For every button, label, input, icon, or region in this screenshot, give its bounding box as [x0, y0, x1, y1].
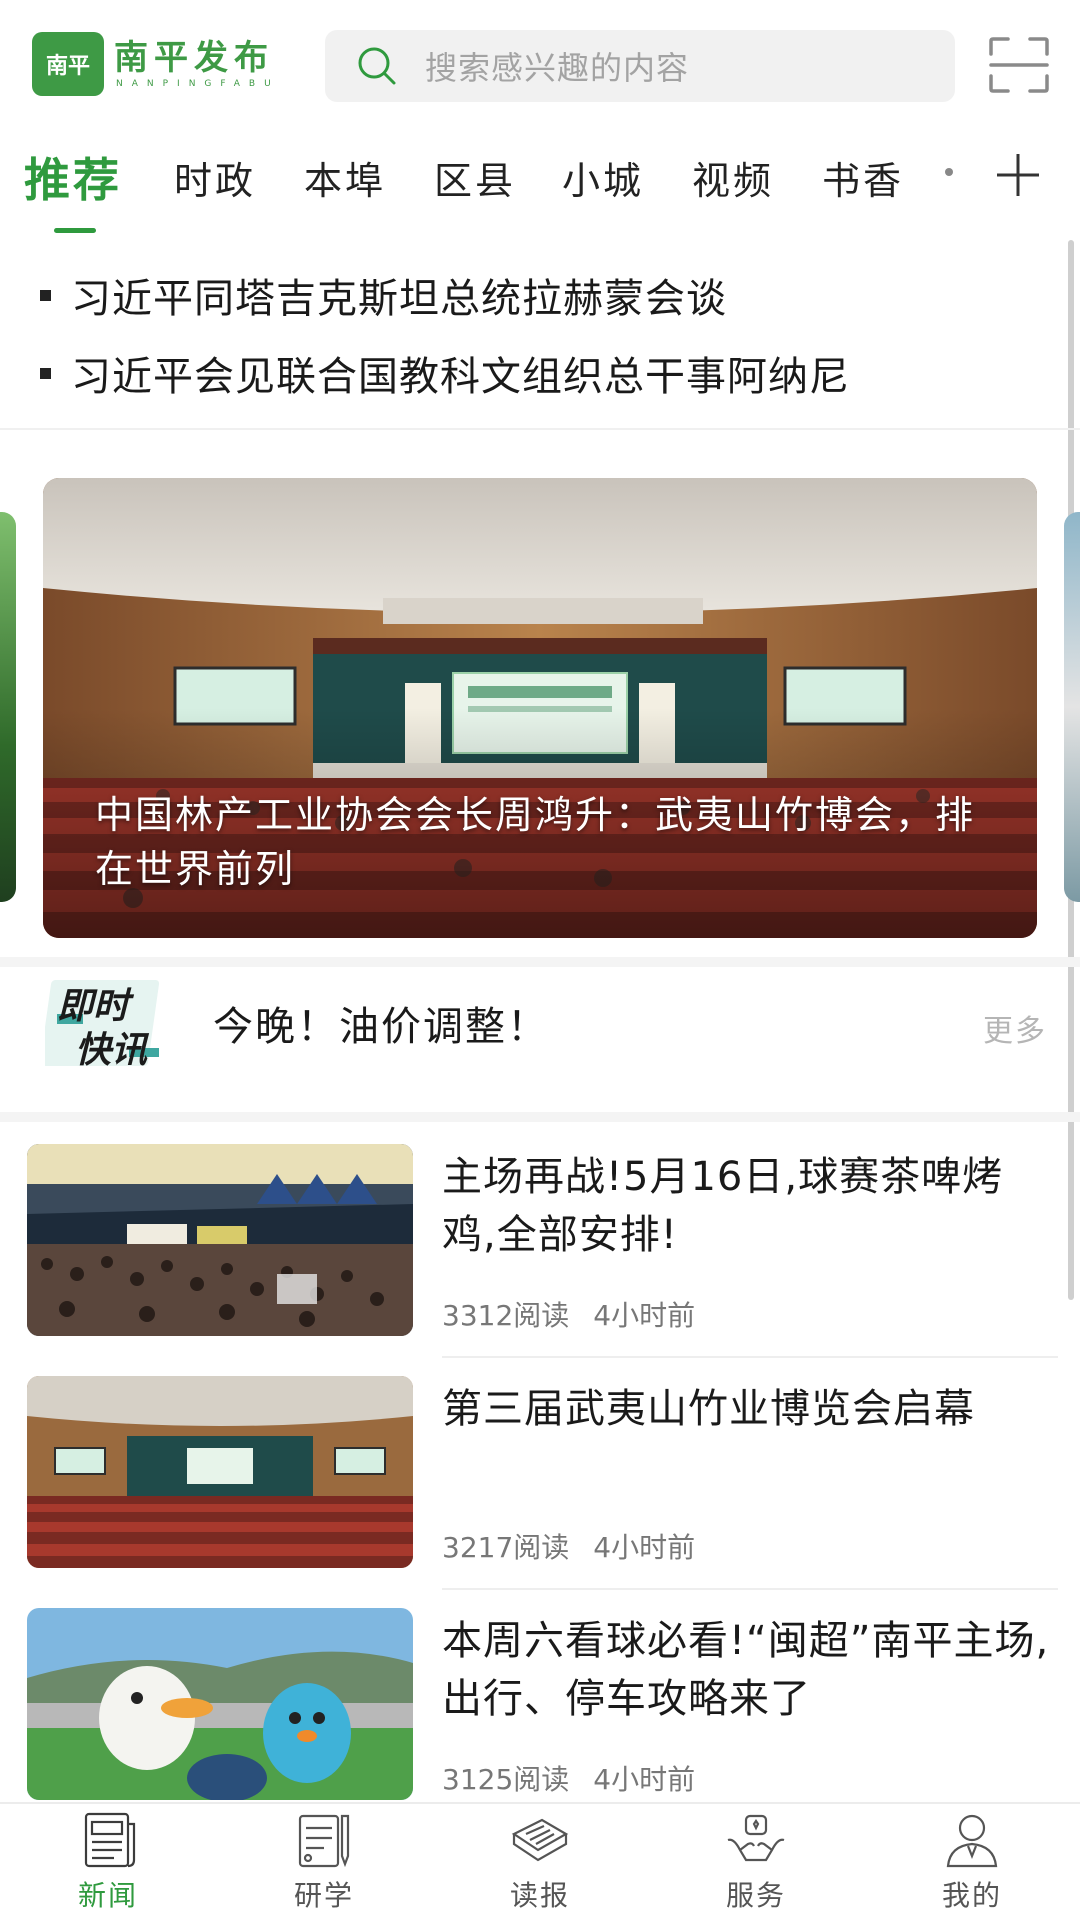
article-time: 4小时前 [593, 1763, 696, 1796]
article-title: 第三届武夷山竹业博览会启幕 [442, 1386, 975, 1432]
article-reads: 3125阅读 [442, 1763, 570, 1796]
article-time: 4小时前 [593, 1299, 696, 1332]
read-paper-icon [511, 1818, 569, 1862]
divider [442, 1356, 1058, 1358]
article-meta: 3312阅读 4小时前 [442, 1294, 695, 1334]
logo-name: 南平发布 [114, 38, 274, 78]
article-time: 4小时前 [593, 1531, 696, 1564]
nav-profile[interactable]: 我的 [897, 1810, 1047, 1920]
divider [0, 428, 1080, 430]
headline-text: 习近平会见联合国教科文组织总干事阿纳尼 [71, 354, 850, 400]
nav-label: 读报 [509, 1879, 570, 1912]
carousel-next-slide[interactable] [1064, 512, 1080, 902]
headline-text: 习近平同塔吉克斯坦总统拉赫蒙会谈 [71, 276, 727, 322]
bullet-icon [40, 289, 51, 301]
divider [442, 1588, 1058, 1590]
article-reads: 3312阅读 [442, 1299, 570, 1332]
section-separator [0, 957, 1080, 967]
article-item[interactable]: 本周六看球必看!“闽超”南平主场,出行、停车攻略来了 3125阅读 4小时前 [0, 1608, 1080, 1818]
nav-label: 新闻 [77, 1879, 138, 1912]
tab-recommend[interactable]: 推荐 [24, 144, 122, 210]
tab-books[interactable]: 书香 [822, 150, 904, 205]
app-logo[interactable]: 南平 南平发布 NANPINGFABU [32, 32, 280, 96]
article-thumbnail [27, 1144, 413, 1336]
flash-news[interactable]: 即时 快讯 今晚！油价调整！ 更多 [0, 970, 1080, 1076]
newspaper-icon [84, 1812, 136, 1868]
plus-icon[interactable] [995, 152, 1041, 198]
carousel-prev-slide[interactable] [0, 512, 16, 902]
section-separator [0, 1112, 1080, 1122]
article-item[interactable]: 主场再战!5月16日,球赛茶啤烤鸡,全部安排! 3312阅读 4小时前 [0, 1144, 1080, 1358]
tab-overflow-dot [945, 168, 953, 176]
flash-news-text: 今晚！油价调整！ [213, 1004, 549, 1050]
flash-logo-top: 即时 [57, 986, 135, 1027]
channel-tabs: 推荐 时政 本埠 区县 小城 视频 书香 [0, 138, 1080, 238]
article-thumbnail [27, 1376, 413, 1568]
nav-read-paper[interactable]: 读报 [465, 1810, 615, 1920]
headline-item[interactable]: 习近平会见联合国教科文组织总干事阿纳尼 [40, 344, 850, 402]
nav-label: 服务 [725, 1879, 786, 1912]
logo-subtitle: NANPINGFABU [116, 79, 280, 89]
tab-local[interactable]: 本埠 [304, 150, 386, 205]
tab-video[interactable]: 视频 [692, 150, 774, 205]
flash-logo-bottom: 快讯 [75, 1030, 150, 1071]
search-bar[interactable]: 搜索感兴趣的内容 [325, 30, 955, 102]
study-icon [298, 1814, 350, 1868]
profile-icon [946, 1814, 998, 1868]
flash-more-link[interactable]: 更多 [983, 1006, 1047, 1050]
search-icon [358, 47, 396, 85]
nav-label: 研学 [293, 1879, 354, 1912]
carousel-slide[interactable]: 中国林产工业协会会长周鸿升：武夷山竹博会，排在世界前列 [43, 478, 1037, 938]
nav-news[interactable]: 新闻 [33, 1810, 183, 1920]
app-header: 南平 南平发布 NANPINGFABU 搜索感兴趣的内容 [0, 0, 1080, 130]
headline-item[interactable]: 习近平同塔吉克斯坦总统拉赫蒙会谈 [40, 266, 727, 324]
tab-small-town[interactable]: 小城 [562, 150, 644, 205]
article-title: 本周六看球必看!“闽超”南平主场,出行、停车攻略来了 [442, 1618, 1050, 1722]
carousel-title: 中国林产工业协会会长周鸿升：武夷山竹博会，排在世界前列 [95, 793, 976, 891]
article-meta: 3217阅读 4小时前 [442, 1526, 695, 1566]
featured-carousel[interactable]: 中国林产工业协会会长周鸿升：武夷山竹博会，排在世界前列 [0, 470, 1080, 950]
logo-badge: 南平 [32, 32, 104, 96]
scan-icon[interactable] [988, 36, 1050, 94]
bottom-navigation: 新闻 研学 读报 服务 我的 [0, 1802, 1080, 1920]
search-placeholder: 搜索感兴趣的内容 [425, 49, 690, 87]
logo-wordmark: 南平发布 NANPINGFABU [114, 38, 280, 90]
article-title: 主场再战!5月16日,球赛茶啤烤鸡,全部安排! [442, 1154, 1004, 1258]
active-tab-indicator [54, 228, 96, 233]
article-meta: 3125阅读 4小时前 [442, 1758, 695, 1798]
article-item[interactable]: 第三届武夷山竹业博览会启幕 3217阅读 4小时前 [0, 1376, 1080, 1590]
tab-politics[interactable]: 时政 [174, 150, 256, 205]
service-icon [727, 1814, 785, 1862]
nav-service[interactable]: 服务 [681, 1810, 831, 1920]
nav-study[interactable]: 研学 [249, 1810, 399, 1920]
article-thumbnail [27, 1608, 413, 1800]
bullet-icon [40, 367, 51, 379]
nav-label: 我的 [941, 1879, 1002, 1912]
flash-news-logo: 即时 快讯 [45, 980, 160, 1071]
article-reads: 3217阅读 [442, 1531, 570, 1564]
tab-districts[interactable]: 区县 [434, 150, 516, 205]
